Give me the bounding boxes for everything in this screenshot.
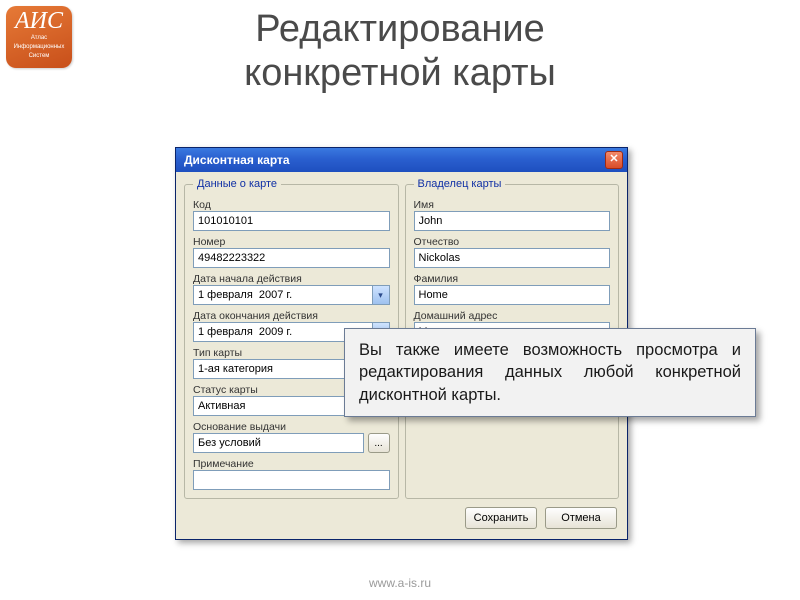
titlebar[interactable]: Дисконтная карта ✕ — [176, 148, 627, 172]
label-note: Примечание — [193, 458, 390, 470]
callout-box: Вы также имеете возможность просмотра и … — [344, 328, 756, 417]
label-basis: Основание выдачи — [193, 421, 390, 433]
label-fname: Имя — [414, 199, 611, 211]
label-lname: Фамилия — [414, 273, 611, 285]
callout-text: Вы также имеете возможность просмотра и … — [359, 341, 741, 404]
slide-title-line1: Редактирование — [255, 8, 544, 50]
basis-input[interactable] — [193, 433, 364, 453]
number-input[interactable] — [193, 248, 390, 268]
label-code: Код — [193, 199, 390, 211]
footer-url: www.a-is.ru — [0, 576, 800, 590]
button-row: Сохранить Отмена — [176, 501, 627, 539]
basis-ellipsis-button[interactable]: ... — [368, 433, 390, 453]
close-icon[interactable]: ✕ — [605, 151, 623, 169]
save-button[interactable]: Сохранить — [465, 507, 537, 529]
note-input[interactable] — [193, 470, 390, 490]
owner-legend: Владелец карты — [414, 178, 506, 190]
code-input[interactable] — [193, 211, 390, 231]
fname-input[interactable] — [414, 211, 611, 231]
card-data-legend: Данные о карте — [193, 178, 281, 190]
label-mname: Отчество — [414, 236, 611, 248]
slide-title-line2: конкретной карты — [244, 52, 556, 94]
chevron-down-icon[interactable]: ▾ — [372, 285, 390, 305]
slide-title: Редактирование конкретной карты — [0, 8, 800, 95]
cancel-button[interactable]: Отмена — [545, 507, 617, 529]
label-number: Номер — [193, 236, 390, 248]
lname-input[interactable] — [414, 285, 611, 305]
label-address: Домашний адрес — [414, 310, 611, 322]
mname-input[interactable] — [414, 248, 611, 268]
label-end-date: Дата окончания действия — [193, 310, 390, 322]
window-title: Дисконтная карта — [184, 153, 290, 167]
start-date-picker[interactable] — [193, 285, 390, 305]
label-start-date: Дата начала действия — [193, 273, 390, 285]
